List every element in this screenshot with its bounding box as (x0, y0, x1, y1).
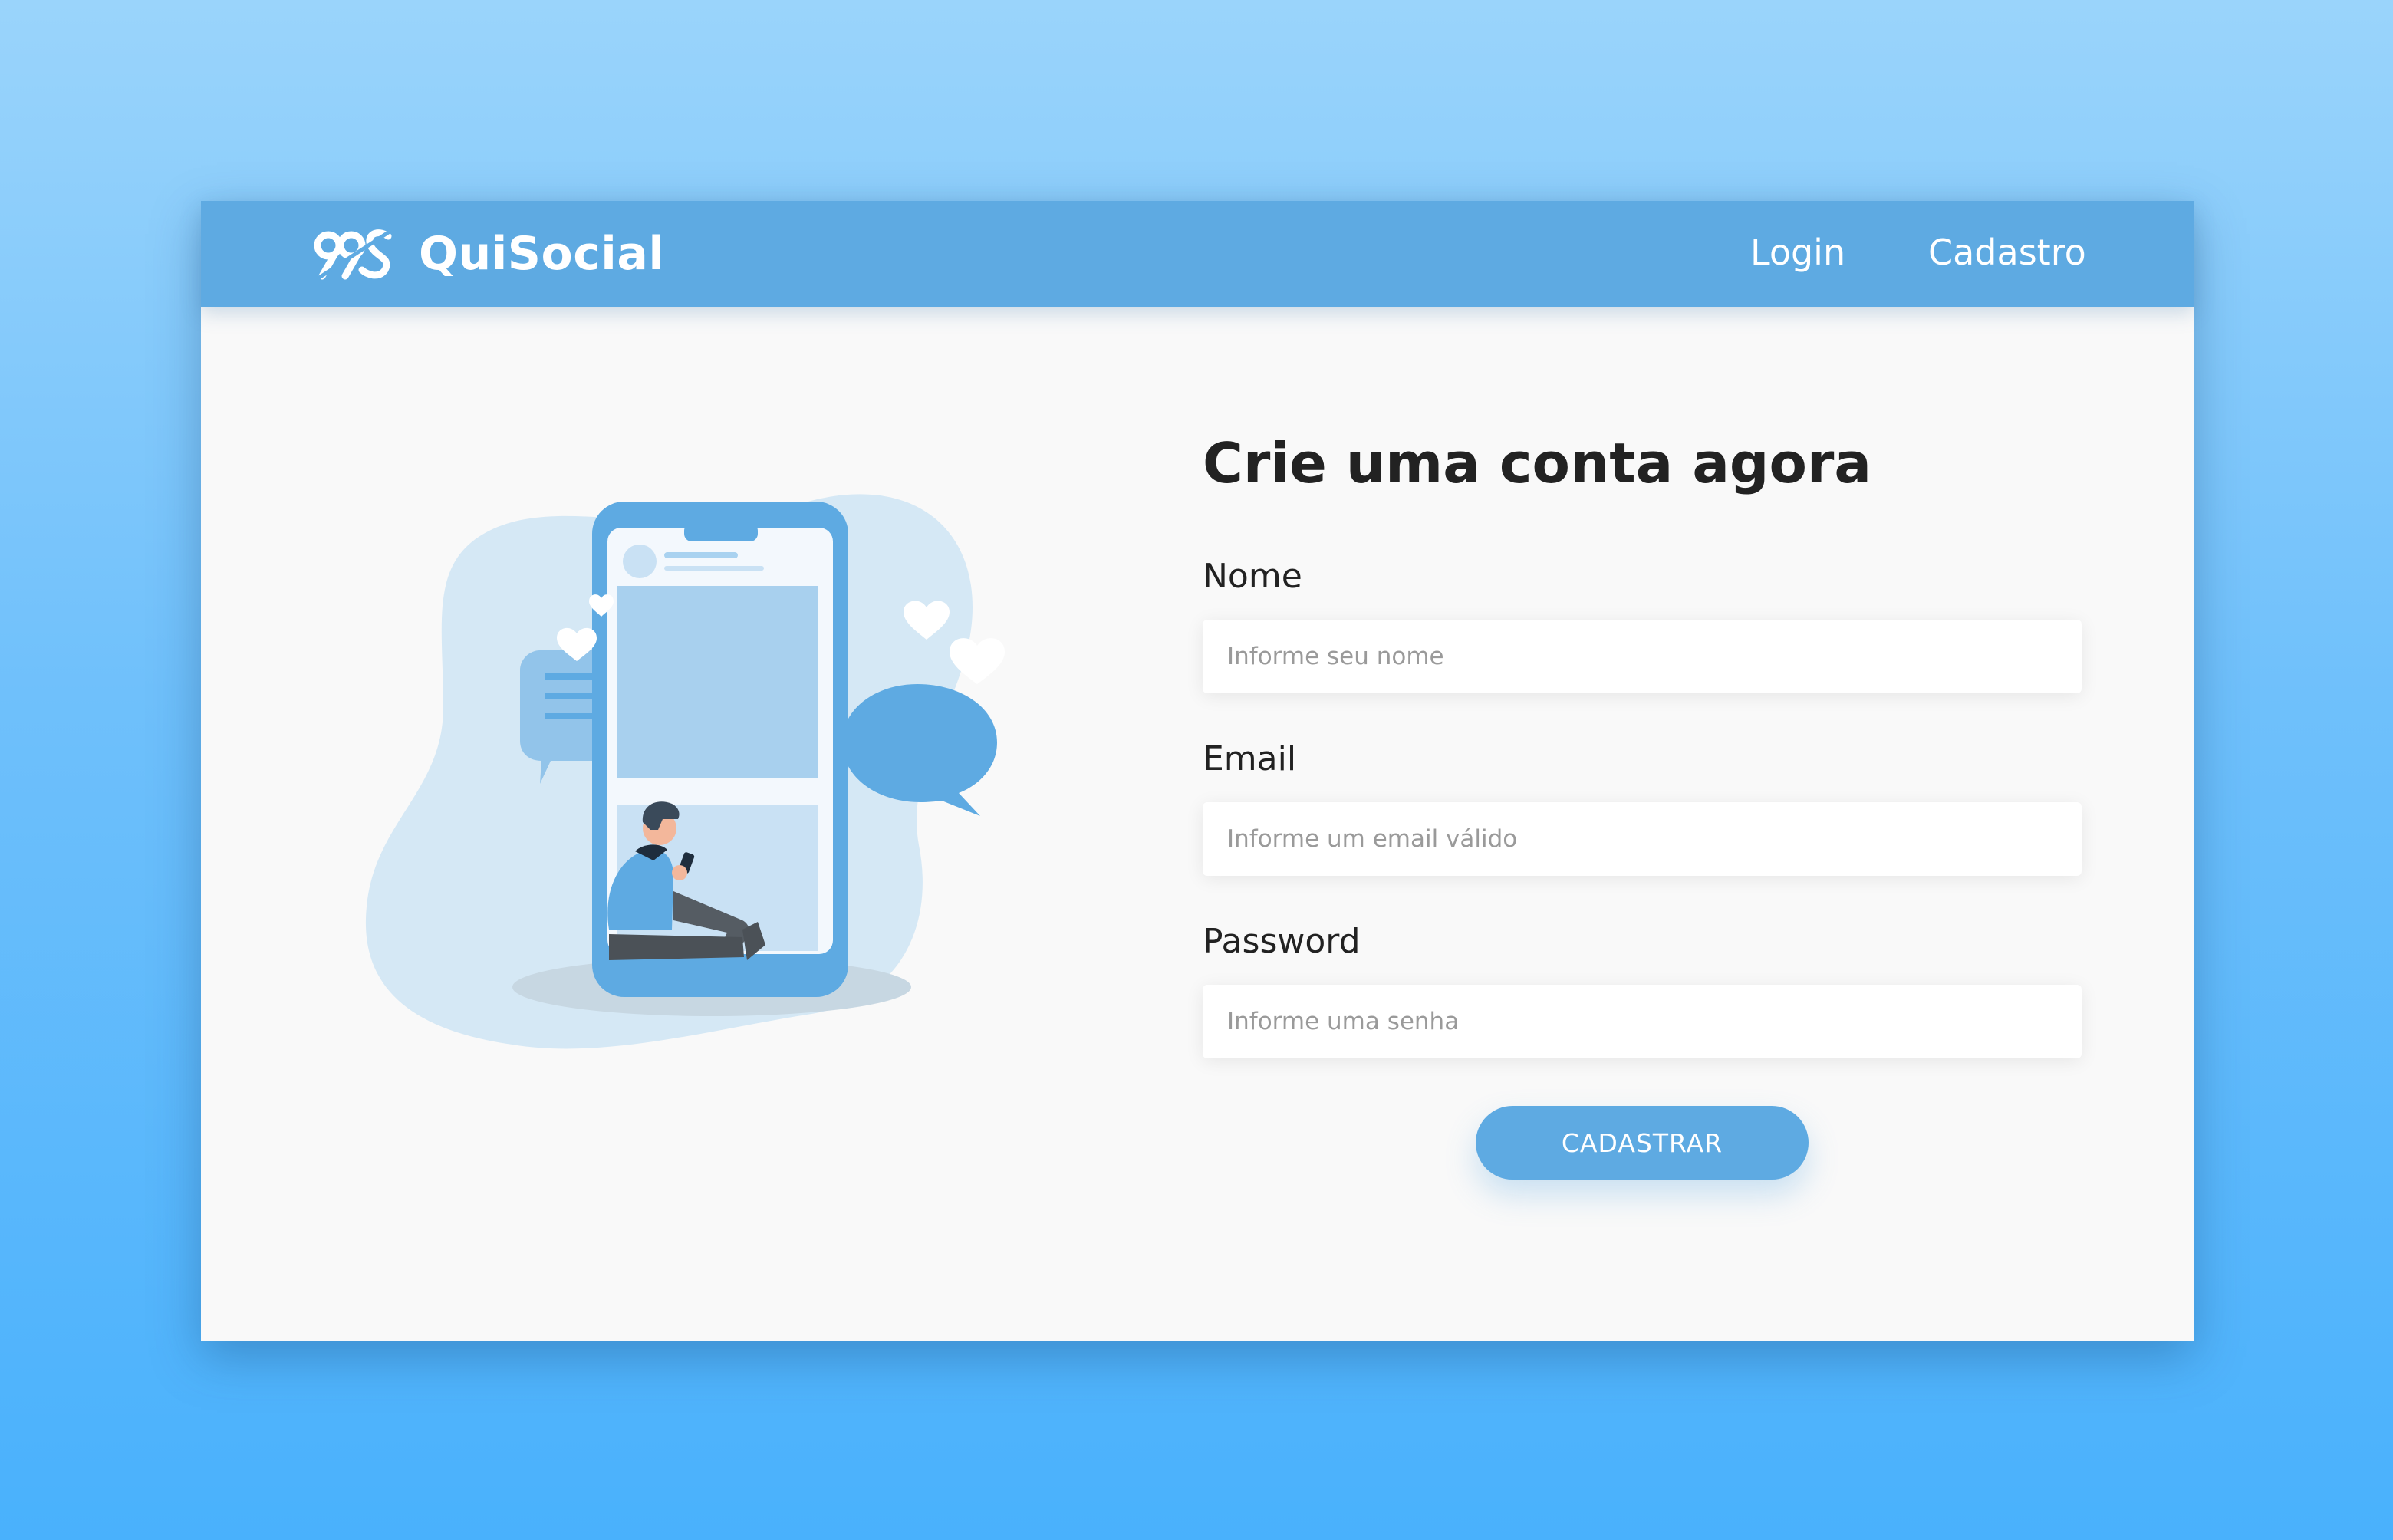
chat-line-1 (545, 673, 592, 680)
post-header-line-1 (664, 552, 738, 558)
form-title: Crie uma conta agora (1203, 431, 1872, 495)
brand-name[interactable]: QuiSocial (419, 227, 664, 281)
nome-input[interactable] (1203, 620, 2082, 693)
navbar: QuiSocial Login Cadastro (201, 201, 2194, 307)
email-input[interactable] (1203, 802, 2082, 876)
quisocial-logo-icon[interactable] (311, 224, 397, 282)
post-image (617, 586, 818, 778)
cadastrar-button[interactable]: CADASTRAR (1476, 1106, 1809, 1180)
app-window: QuiSocial Login Cadastro Crie uma conta … (201, 201, 2194, 1341)
email-label: Email (1203, 739, 1297, 778)
phone-notch (684, 523, 758, 541)
chat-line-2 (545, 693, 592, 699)
nome-label: Nome (1203, 557, 1302, 596)
phone-social-illustration (365, 494, 1005, 1049)
password-label: Password (1203, 922, 1361, 961)
nav-login-link[interactable]: Login (1750, 232, 1845, 273)
chat-line-3 (545, 713, 592, 719)
post-avatar (623, 545, 657, 578)
password-input[interactable] (1203, 985, 2082, 1058)
nav-cadastro-link[interactable]: Cadastro (1928, 232, 2086, 273)
post-header-line-2 (664, 566, 764, 571)
